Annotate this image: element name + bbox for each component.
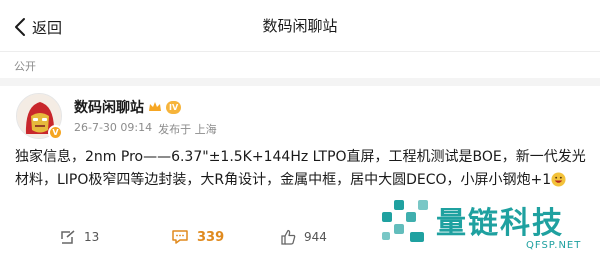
like-icon: [281, 229, 296, 245]
page-title: 数码闲聊站: [262, 17, 338, 35]
verified-icon: V: [48, 125, 63, 140]
repost-button[interactable]: 13: [60, 229, 99, 245]
watermark: 量链科技 QFSP.NET: [380, 196, 600, 260]
post-text: 独家信息，2nm Pro——6.37"±1.5K+144Hz LTPO直屏，工程…: [15, 146, 590, 192]
post-source: 发布于 上海: [158, 123, 217, 136]
top-nav-bar: 返回 数码闲聊站: [0, 0, 600, 52]
watermark-text: 量链科技: [436, 206, 564, 241]
crown-icon: [149, 102, 161, 111]
emoji-icon: [551, 172, 566, 187]
level-badge-label: IV: [169, 102, 179, 112]
level-badge: IV: [166, 100, 182, 114]
watermark-logo-icon: [382, 200, 428, 242]
post-meta: 26-7-30 09:14 发布于 上海: [74, 121, 217, 137]
like-count: 944: [304, 230, 327, 244]
like-button[interactable]: 944: [280, 229, 327, 245]
repost-count: 13: [84, 230, 100, 244]
comment-icon: [172, 230, 188, 244]
visibility-label: 公开: [14, 60, 36, 73]
post-time: 26-7-30 09:14: [74, 121, 153, 134]
watermark-url: QFSP.NET: [526, 240, 582, 251]
post-body: 独家信息，2nm Pro——6.37"±1.5K+144Hz LTPO直屏，工程…: [15, 149, 586, 188]
section-divider: [0, 78, 600, 86]
comment-button[interactable]: 339: [171, 229, 224, 245]
comment-count: 339: [197, 229, 225, 245]
repost-icon: [61, 230, 75, 244]
author-name[interactable]: 数码闲聊站: [74, 97, 144, 117]
author-row: 数码闲聊站 IV: [74, 97, 182, 117]
